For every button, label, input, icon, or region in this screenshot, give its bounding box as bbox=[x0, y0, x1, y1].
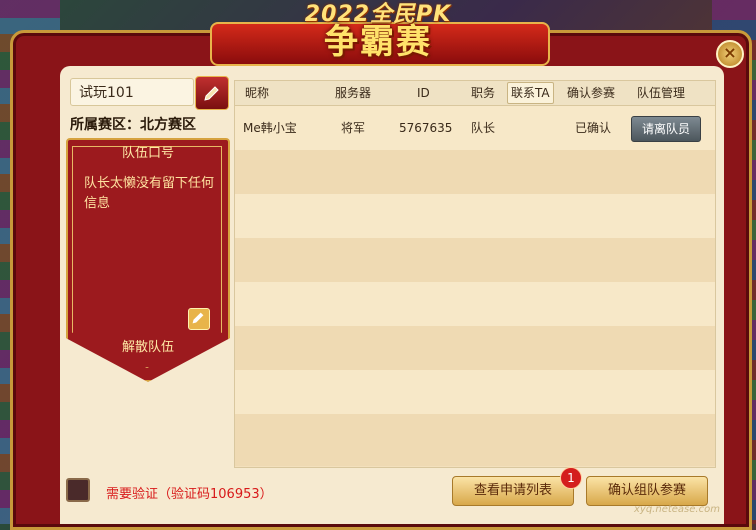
table-row-empty bbox=[235, 282, 715, 326]
verification-text: 需要验证（验证码106953） bbox=[106, 487, 273, 502]
close-button[interactable]: × bbox=[716, 40, 744, 68]
banner-title: 争霸赛 bbox=[324, 22, 432, 62]
header-nickname: 昵称 bbox=[245, 86, 270, 100]
table-row-empty bbox=[235, 326, 715, 370]
applications-badge: 1 bbox=[560, 467, 582, 489]
header-confirm: 确认参赛 bbox=[567, 86, 616, 100]
cell-confirm: 已确认 bbox=[575, 121, 612, 135]
header-server: 服务器 bbox=[335, 86, 372, 100]
title-banner: 2022全民PK 争霸赛 bbox=[210, 0, 550, 72]
table-header: 昵称 服务器 ID 职务 联系TA 确认参赛 队伍管理 bbox=[235, 81, 715, 106]
confirm-team-button[interactable]: 确认组队参赛 bbox=[586, 476, 708, 506]
region-label: 所属赛区：北方赛区 bbox=[70, 117, 196, 133]
verify-checkbox[interactable] bbox=[66, 478, 90, 502]
tab-contact[interactable]: 联系TA bbox=[507, 82, 554, 104]
table-row: Me韩小宝 将军 5767635 队长 已确认 请离队员 bbox=[235, 106, 715, 150]
header-role: 职务 bbox=[471, 86, 496, 100]
cell-server: 将军 bbox=[341, 121, 366, 135]
close-icon: × bbox=[723, 43, 737, 62]
edit-team-name-button[interactable] bbox=[195, 76, 229, 110]
table-row-empty bbox=[235, 238, 715, 282]
team-name-field[interactable]: 试玩101 bbox=[70, 78, 194, 106]
table-row-empty bbox=[235, 194, 715, 238]
view-applications-button[interactable]: 查看申请列表 bbox=[452, 476, 574, 506]
disband-team-button[interactable]: 解散队伍 bbox=[66, 336, 230, 355]
table-row-empty bbox=[235, 370, 715, 414]
kick-member-button[interactable]: 请离队员 bbox=[631, 116, 701, 142]
pencil-icon bbox=[204, 86, 219, 101]
pencil-icon bbox=[192, 312, 204, 324]
slogan-text: 队长太懒没有留下任何信息 bbox=[84, 176, 215, 211]
cell-id: 5767635 bbox=[399, 121, 453, 135]
slogan-title: 队伍口号 bbox=[121, 146, 174, 161]
edit-slogan-button[interactable] bbox=[188, 308, 210, 330]
table-row-empty bbox=[235, 414, 715, 466]
cell-role: 队长 bbox=[471, 121, 496, 135]
header-manage: 队伍管理 bbox=[637, 86, 686, 100]
watermark: xyq.netease.com bbox=[634, 504, 720, 515]
table-row-empty bbox=[235, 150, 715, 194]
cell-nickname: Me韩小宝 bbox=[243, 121, 297, 135]
member-table: 昵称 服务器 ID 职务 联系TA 确认参赛 队伍管理 Me韩小宝 将军 576… bbox=[234, 80, 716, 468]
header-id: ID bbox=[417, 86, 430, 100]
